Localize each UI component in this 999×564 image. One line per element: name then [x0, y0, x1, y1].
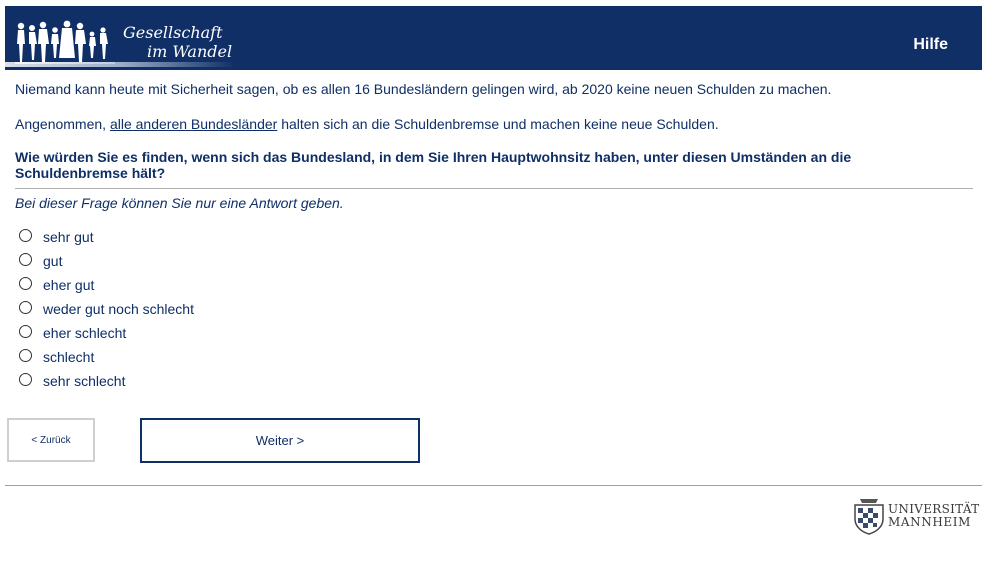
header-bar: Gesellschaft im Wandel Hilfe [5, 6, 982, 70]
next-button[interactable]: Weiter > [140, 418, 420, 463]
option-label: sehr schlecht [43, 373, 126, 389]
option-gut[interactable]: gut [19, 249, 194, 273]
gesellschaft-im-wandel-logo: Gesellschaft im Wandel [15, 20, 235, 68]
answer-instruction: Bei dieser Frage können Sie nur eine Ant… [15, 195, 344, 211]
logo-line-2: im Wandel [147, 42, 233, 61]
option-eher-schlecht[interactable]: eher schlecht [19, 321, 194, 345]
back-button[interactable]: < Zurück [7, 418, 95, 462]
intro-text-2-post: halten sich an die Schuldenbremse und ma… [277, 116, 719, 132]
question-divider [15, 188, 973, 189]
university-line-2: MANNHEIM [888, 515, 972, 529]
radio-button[interactable] [19, 252, 32, 266]
radio-button[interactable] [19, 228, 32, 242]
option-sehr-gut[interactable]: sehr gut [19, 225, 194, 249]
question-text: Wie würden Sie es finden, wenn sich das … [15, 149, 852, 181]
header-accent-stripe [5, 62, 235, 67]
people-silhouette-icon [15, 20, 115, 64]
intro-text-2-pre: Angenommen, [15, 116, 110, 132]
option-eher-gut[interactable]: eher gut [19, 273, 194, 297]
radio-button[interactable] [19, 300, 32, 314]
footer-divider [5, 485, 982, 486]
option-label: gut [43, 253, 63, 269]
help-link[interactable]: Hilfe [913, 36, 948, 54]
university-crest-icon [854, 499, 884, 535]
university-line-1: UNIVERSITÄT [888, 502, 980, 516]
intro-text-1: Niemand kann heute mit Sicherheit sagen,… [15, 81, 832, 97]
alle-anderen-bundeslaender-link[interactable]: alle anderen Bundesländer [110, 116, 277, 132]
logo-text: Gesellschaft im Wandel [123, 23, 232, 61]
logo-line-1: Gesellschaft [123, 23, 223, 42]
option-sehr-schlecht[interactable]: sehr schlecht [19, 369, 194, 393]
option-label: schlecht [43, 349, 95, 365]
radio-button[interactable] [19, 348, 32, 362]
answer-options: sehr gut gut eher gut weder gut noch sch… [19, 225, 194, 393]
intro-text-2: Angenommen, alle anderen Bundesländer ha… [15, 115, 719, 133]
option-schlecht[interactable]: schlecht [19, 345, 194, 369]
option-weder-gut-noch-schlecht[interactable]: weder gut noch schlecht [19, 297, 194, 321]
radio-button[interactable] [19, 372, 32, 386]
option-label: eher schlecht [43, 325, 127, 341]
option-label: weder gut noch schlecht [43, 301, 194, 317]
universitaet-mannheim-logo: UNIVERSITÄT MANNHEIM [852, 497, 986, 537]
survey-page: Gesellschaft im Wandel Hilfe Niemand kan… [0, 0, 999, 564]
option-label: eher gut [43, 277, 95, 293]
university-name: UNIVERSITÄT MANNHEIM [888, 503, 979, 529]
option-label: sehr gut [43, 229, 94, 245]
radio-button[interactable] [19, 276, 32, 290]
radio-button[interactable] [19, 324, 32, 338]
